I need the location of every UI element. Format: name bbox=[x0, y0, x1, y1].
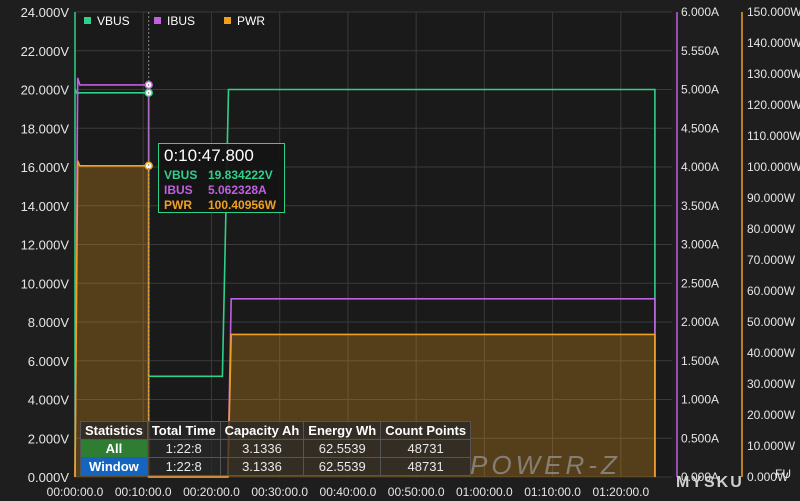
y-right-watts-tick-label: 100.000W bbox=[747, 160, 800, 174]
table-row: Window 1:22:8 3.1336 62.5539 48731 bbox=[80, 457, 472, 476]
stats-header: Total Time bbox=[146, 421, 221, 440]
y-left-tick-label: 12.000V bbox=[21, 238, 70, 253]
y-left-tick-label: 14.000V bbox=[21, 199, 70, 214]
x-tick-label: 00:20:00.0 bbox=[183, 485, 240, 499]
stats-header: Energy Wh bbox=[303, 421, 382, 440]
y-right-watts-tick-label: 70.000W bbox=[747, 253, 796, 267]
stats-cell: 62.5539 bbox=[303, 457, 382, 476]
y-left-tick-label: 8.000V bbox=[28, 315, 70, 330]
x-tick-label: 00:50:00.0 bbox=[388, 485, 445, 499]
y-right-amps-tick-label: 4.500A bbox=[681, 121, 719, 135]
y-right-watts-tick-label: 80.000W bbox=[747, 222, 796, 236]
x-tick-label: 01:10:00.0 bbox=[524, 485, 581, 499]
stats-cell: 3.1336 bbox=[219, 439, 305, 458]
y-left-tick-label: 16.000V bbox=[21, 160, 70, 175]
stats-header: Capacity Ah bbox=[219, 421, 305, 440]
y-right-amps-tick-label: 1.500A bbox=[681, 354, 719, 368]
legend-swatch-pwr bbox=[224, 17, 231, 24]
y-right-watts-tick-label: 20.000W bbox=[747, 408, 796, 422]
y-right-amps-tick-label: 0.500A bbox=[681, 431, 719, 445]
legend-swatch-ibus bbox=[154, 17, 161, 24]
x-tick-label: 00:00:00.0 bbox=[47, 485, 104, 499]
tooltip-row-vbus: VBUS 19.834222V bbox=[164, 168, 273, 182]
y-right-watts-tick-label: 150.000W bbox=[747, 5, 800, 19]
y-left-tick-label: 22.000V bbox=[21, 44, 70, 59]
stats-cell: 1:22:8 bbox=[146, 439, 221, 458]
legend-label-pwr: PWR bbox=[237, 14, 265, 28]
power-z-watermark: POWER-Z bbox=[470, 450, 621, 480]
mysku-watermark: MYSKU bbox=[676, 474, 744, 491]
tooltip-time: 0:10:47.800 bbox=[164, 146, 254, 165]
y-left-tick-label: 24.000V bbox=[21, 5, 70, 20]
statistics-header-row: Statistics Total Time Capacity Ah Energy… bbox=[80, 421, 472, 440]
y-left-tick-label: 20.000V bbox=[21, 83, 70, 98]
y-right-watts-tick-label: 60.000W bbox=[747, 284, 796, 298]
y-left-tick-label: 4.000V bbox=[28, 393, 70, 408]
stats-cell: 1:22:8 bbox=[146, 457, 221, 476]
stats-header: Statistics bbox=[80, 421, 148, 440]
y-left-tick-label: 0.000V bbox=[28, 470, 70, 485]
tooltip-value: 100.40956W bbox=[208, 198, 277, 212]
stats-window-button[interactable]: Window bbox=[80, 457, 148, 476]
y-left-tick-label: 2.000V bbox=[28, 431, 70, 446]
legend-swatch-vbus bbox=[84, 17, 91, 24]
tooltip-label: IBUS bbox=[164, 183, 193, 197]
tooltip-value: 19.834222V bbox=[208, 168, 273, 182]
table-row: All 1:22:8 3.1336 62.5539 48731 bbox=[80, 439, 472, 458]
y-right-amps-tick-label: 3.000A bbox=[681, 238, 719, 252]
corner-label: FU bbox=[775, 467, 791, 481]
y-right-amps-tick-label: 5.000A bbox=[681, 83, 719, 97]
stats-cell: 48731 bbox=[380, 439, 472, 458]
y-right-watts-tick-label: 10.000W bbox=[747, 439, 796, 453]
y-right-watts-tick-label: 130.000W bbox=[747, 67, 800, 81]
stats-cell: 62.5539 bbox=[303, 439, 382, 458]
tooltip-row-pwr: PWR 100.40956W bbox=[164, 198, 276, 212]
stats-all-button[interactable]: All bbox=[80, 439, 148, 458]
tooltip-label: PWR bbox=[164, 198, 192, 212]
y-right-watts-tick-label: 90.000W bbox=[747, 191, 796, 205]
statistics-table: Statistics Total Time Capacity Ah Energy… bbox=[80, 421, 472, 476]
y-right-amps-tick-label: 6.000A bbox=[681, 5, 719, 19]
legend-label-vbus: VBUS bbox=[97, 14, 130, 28]
y-right-watts-tick-label: 40.000W bbox=[747, 346, 796, 360]
stats-cell: 3.1336 bbox=[219, 457, 305, 476]
stats-header: Count Points bbox=[380, 421, 472, 440]
y-right-amps-tick-label: 5.550A bbox=[681, 44, 719, 58]
x-tick-label: 00:30:00.0 bbox=[251, 485, 308, 499]
power-chart-window: 0.000V 2.000V 4.000V 6.000V 8.000V 10.000V 12.… bbox=[0, 0, 800, 501]
x-tick-label: 01:20:00.0 bbox=[592, 485, 649, 499]
legend: VBUS IBUS PWR bbox=[84, 14, 265, 28]
x-tick-label: 00:10:00.0 bbox=[115, 485, 172, 499]
hover-tooltip: 0:10:47.800 VBUS 19.834222V IBUS 5.062328A… bbox=[158, 143, 285, 213]
x-tick-label: 00:40:00.0 bbox=[320, 485, 377, 499]
y-right-watts-tick-label: 110.000W bbox=[747, 129, 800, 143]
y-left-tick-label: 10.000V bbox=[21, 276, 70, 291]
y-right-watts-tick-label: 30.000W bbox=[747, 377, 796, 391]
y-right-watts-tick-label: 120.000W bbox=[747, 98, 800, 112]
y-right-amps-tick-label: 1.000A bbox=[681, 393, 719, 407]
y-right-watts-tick-label: 140.000W bbox=[747, 36, 800, 50]
x-tick-label: 01:00:00.0 bbox=[456, 485, 513, 499]
legend-label-ibus: IBUS bbox=[167, 14, 195, 28]
y-right-amps-tick-label: 2.000A bbox=[681, 315, 719, 329]
tooltip-value: 5.062328A bbox=[208, 183, 267, 197]
y-right-watts-tick-label: 50.000W bbox=[747, 315, 796, 329]
y-left-tick-label: 18.000V bbox=[21, 121, 70, 136]
tooltip-row-ibus: IBUS 5.062328A bbox=[164, 183, 267, 197]
stats-cell: 48731 bbox=[380, 457, 472, 476]
y-right-amps-tick-label: 2.500A bbox=[681, 276, 719, 290]
y-right-amps-tick-label: 3.500A bbox=[681, 199, 719, 213]
y-right-amps-tick-label: 4.000A bbox=[681, 160, 719, 174]
y-left-tick-label: 6.000V bbox=[28, 354, 70, 369]
tooltip-label: VBUS bbox=[164, 168, 198, 182]
